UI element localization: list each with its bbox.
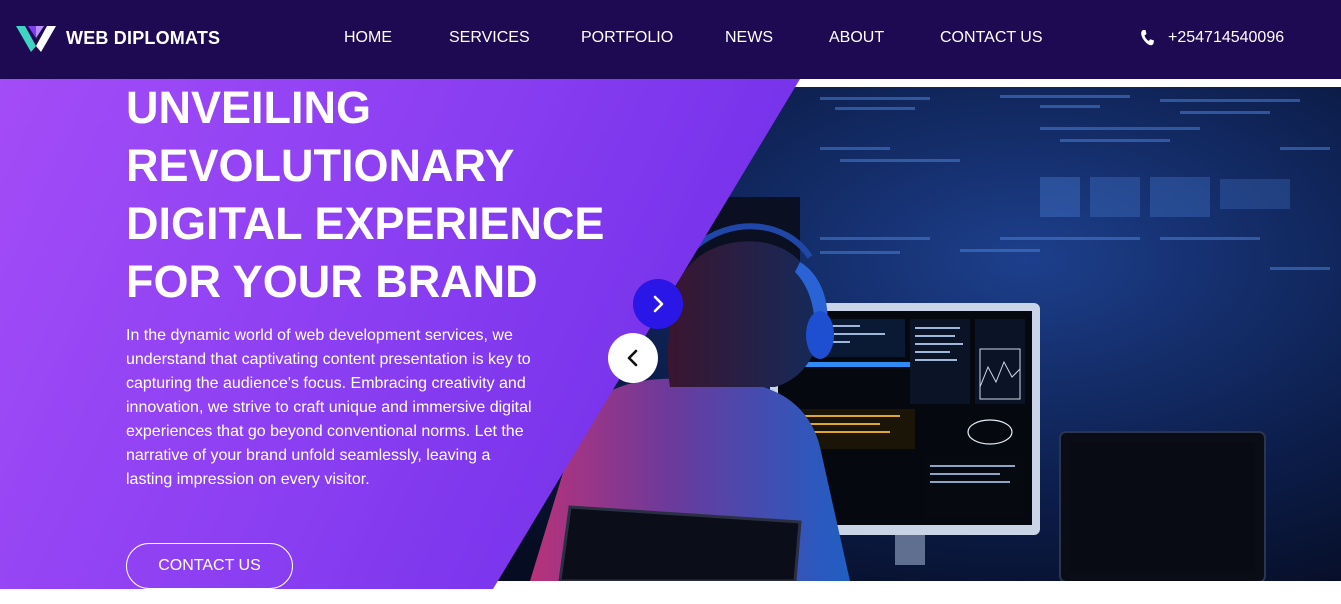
slider-next-button[interactable]: [633, 279, 683, 329]
chevron-left-icon: [627, 349, 638, 367]
headline-line-2: REVOLUTIONARY: [126, 140, 515, 191]
headline-line-1: UNVEILING: [126, 82, 372, 133]
nav-services[interactable]: SERVICES: [449, 29, 530, 47]
phone-number: +254714540096: [1168, 29, 1285, 46]
nav-home[interactable]: HOME: [344, 29, 392, 47]
hero-description: In the dynamic world of web development …: [126, 327, 532, 488]
logo[interactable]: WEB DIPLOMATS: [16, 24, 220, 52]
nav-news[interactable]: NEWS: [725, 29, 773, 47]
headline-line-4: FOR YOUR BRAND: [126, 256, 538, 307]
chevron-right-icon: [653, 295, 664, 313]
v-logo-icon: [16, 26, 56, 52]
contact-us-button[interactable]: CONTACT US: [126, 543, 293, 589]
nav-contact-us[interactable]: CONTACT US: [940, 29, 1043, 47]
page: WEB DIPLOMATS HOME SERVICES PORTFOLIO NE…: [0, 0, 1341, 604]
headline-line-3: DIGITAL EXPERIENCE: [126, 198, 605, 249]
slider-prev-button[interactable]: [608, 333, 658, 383]
brand-name: WEB DIPLOMATS: [66, 27, 221, 48]
phone-link[interactable]: +254714540096: [1140, 29, 1284, 47]
phone-icon: [1141, 30, 1154, 46]
nav-portfolio[interactable]: PORTFOLIO: [581, 29, 673, 47]
navbar: WEB DIPLOMATS HOME SERVICES PORTFOLIO NE…: [0, 0, 1341, 79]
hero-section: UNVEILING REVOLUTIONARY DIGITAL EXPERIEN…: [0, 79, 1341, 589]
nav-about[interactable]: ABOUT: [829, 29, 884, 47]
hero-headline: UNVEILING REVOLUTIONARY DIGITAL EXPERIEN…: [126, 79, 646, 311]
